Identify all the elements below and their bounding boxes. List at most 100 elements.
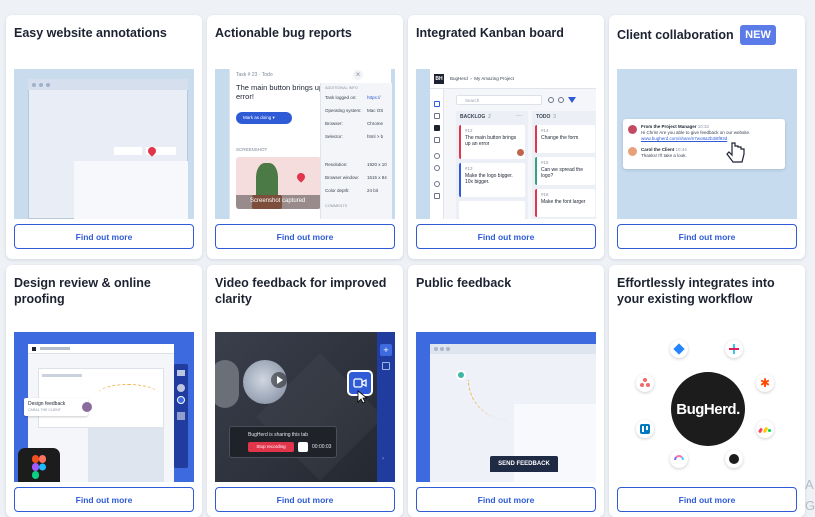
column-header: BACKLOG 2 <box>460 114 491 120</box>
find-out-more-button[interactable]: Find out more <box>14 224 194 249</box>
send-feedback-button[interactable]: SEND FEEDBACK <box>490 456 558 472</box>
sidebar-icon[interactable] <box>434 113 440 119</box>
avatar <box>628 147 637 156</box>
close-icon[interactable]: × <box>353 70 363 80</box>
bugherd-sidebar <box>174 364 188 468</box>
annotation-pin-icon <box>295 171 307 183</box>
annotations-illustration <box>14 69 194 219</box>
bug-task-header: Task # 23 · Todo <box>236 72 273 78</box>
feature-card-video-feedback: Video feedback for improved clarity BugH… <box>207 265 403 517</box>
card-title: Public feedback <box>416 276 512 290</box>
add-icon[interactable]: + <box>380 344 392 356</box>
card-title: Actionable bug reports <box>215 26 352 40</box>
sidebar-icon[interactable] <box>434 193 440 199</box>
play-button[interactable] <box>271 372 287 388</box>
cursor-icon <box>357 390 367 404</box>
search-placeholder: Search <box>465 98 480 103</box>
design-tag-sub: CARAL THE CLIENT <box>28 408 61 412</box>
public-feedback-illustration: SEND FEEDBACK <box>416 332 596 482</box>
sidebar-icon[interactable] <box>434 181 440 187</box>
kanban-illustration: BH BugHerd › My Amazing Project Search B… <box>416 69 596 219</box>
edge-letter: G <box>805 498 815 513</box>
detail-row: Color depth: 24 bit <box>325 188 379 193</box>
kanban-card[interactable]: #15 Can we spread the logo? <box>535 157 595 185</box>
asana-icon <box>636 374 654 392</box>
details-panel: ADDITIONAL INFO Task logged on: https:// … <box>320 83 392 219</box>
find-out-more-button[interactable]: Find out more <box>215 224 395 249</box>
mark-as-doing-label: Mark as doing <box>243 115 272 120</box>
feature-card-kanban: Integrated Kanban board BH BugHerd › My … <box>408 15 604 259</box>
feature-card-integrations: Effortlessly integrates into your existi… <box>609 265 805 517</box>
recording-bar: BugHerd is sharing this tab Stop recordi… <box>229 426 337 458</box>
detail-row: Resolution: 1920 x 10 <box>325 162 387 167</box>
column-backlog: BACKLOG 2 ··· #12 The main button brings… <box>456 111 528 219</box>
sidebar-icon[interactable] <box>434 125 440 131</box>
avatar <box>628 125 637 134</box>
sidebar-icon[interactable] <box>434 165 440 171</box>
integrations-illustration: BugHerd. ✱ <box>617 332 797 482</box>
card-title: Client collaboration NEW <box>617 25 797 45</box>
message-text: Hi Chris! Are you able to give feedback … <box>641 130 751 135</box>
more-icon[interactable]: ··· <box>516 113 522 119</box>
kanban-card[interactable]: #16 Make the font larger <box>535 189 595 217</box>
filter-icon[interactable] <box>568 97 576 103</box>
details-header: ADDITIONAL INFO <box>325 86 358 90</box>
screenshot-thumbnail: Screenshot captured <box>236 157 321 209</box>
card-title: Easy website annotations <box>14 26 167 40</box>
sidebar-icon[interactable] <box>434 153 440 159</box>
sidebar-icon[interactable] <box>434 101 440 107</box>
kanban-card[interactable]: #12 The main button brings up an error <box>459 125 525 159</box>
detail-row: Browser: Chrome <box>325 121 384 126</box>
message-time: 10:44 <box>675 147 687 152</box>
screenshot-caption: Screenshot captured <box>250 198 306 204</box>
card-title: Integrated Kanban board <box>416 26 564 40</box>
jira-icon <box>670 340 688 358</box>
find-out-more-button[interactable]: Find out more <box>416 487 596 512</box>
kanban-card[interactable]: #14 Change the form <box>535 125 595 153</box>
refresh-icon[interactable] <box>548 97 554 103</box>
find-out-more-button[interactable]: Find out more <box>617 487 797 512</box>
feature-card-public-feedback: Public feedback SEND FEEDBACK Find out m… <box>408 265 604 517</box>
find-out-more-button[interactable]: Find out more <box>416 224 596 249</box>
sharing-text: BugHerd is sharing this tab <box>248 432 309 438</box>
design-tag-title: Design feedback <box>28 401 66 407</box>
bugherd-sidebar: + › <box>377 332 395 482</box>
mark-as-doing-button[interactable]: Mark as doing ▾ <box>236 112 292 124</box>
message-author: From the Project Manager <box>641 124 697 129</box>
feature-card-design-review: Design review & online proofing Design f… <box>6 265 202 517</box>
feature-card-annotations: Easy website annotations Find out more <box>6 15 202 259</box>
bugherd-logo: BH <box>434 74 444 84</box>
mic-icon[interactable] <box>298 442 308 452</box>
kanban-topbar: BH BugHerd › My Amazing Project <box>430 69 596 89</box>
find-out-more-button[interactable]: Find out more <box>617 224 797 249</box>
find-out-more-button[interactable]: Find out more <box>14 487 194 512</box>
search-input[interactable]: Search <box>456 95 542 105</box>
detail-row: Task logged on: https:// <box>325 95 381 100</box>
clickup-icon <box>670 450 688 468</box>
search-icon[interactable] <box>558 97 564 103</box>
share-link[interactable]: www.bugherd.com/share/n7wo8a2b3i8f93d <box>641 136 727 141</box>
trello-icon <box>636 420 654 438</box>
find-out-more-button[interactable]: Find out more <box>215 487 395 512</box>
message-time: 10:32 <box>697 124 710 129</box>
sidebar-icon[interactable] <box>434 137 440 143</box>
stop-recording-button[interactable]: Stop recording <box>248 442 294 452</box>
new-badge: NEW <box>740 25 776 45</box>
annotation-pin-icon <box>456 370 466 380</box>
feature-card-client-collaboration: Client collaboration NEW From the Projec… <box>609 15 805 259</box>
message-text: Thanks! I'll take a look. <box>641 153 687 158</box>
video-feedback-illustration: BugHerd is sharing this tab Stop recordi… <box>215 332 395 482</box>
kanban-card[interactable]: #13 Make the logo bigger. 10x bigger. <box>459 163 525 197</box>
kanban-sidebar <box>430 89 444 219</box>
bug-report-illustration: Task # 23 · Todo × The main button bring… <box>215 69 395 219</box>
video-thumbnail <box>215 360 239 408</box>
bugherd-logo-text: BugHerd. <box>676 400 740 418</box>
edge-letter: A <box>805 477 814 492</box>
figma-icon <box>18 448 60 482</box>
card-title: Effortlessly integrates into your existi… <box>617 276 775 306</box>
kanban-card[interactable] <box>459 201 525 219</box>
breadcrumb: BugHerd › My Amazing Project <box>450 76 515 81</box>
message-author: Carol the Client <box>641 147 675 152</box>
slack-icon <box>725 340 743 358</box>
column-todo: TODO 3 #14 Change the form #15 Can we sp… <box>532 111 596 219</box>
